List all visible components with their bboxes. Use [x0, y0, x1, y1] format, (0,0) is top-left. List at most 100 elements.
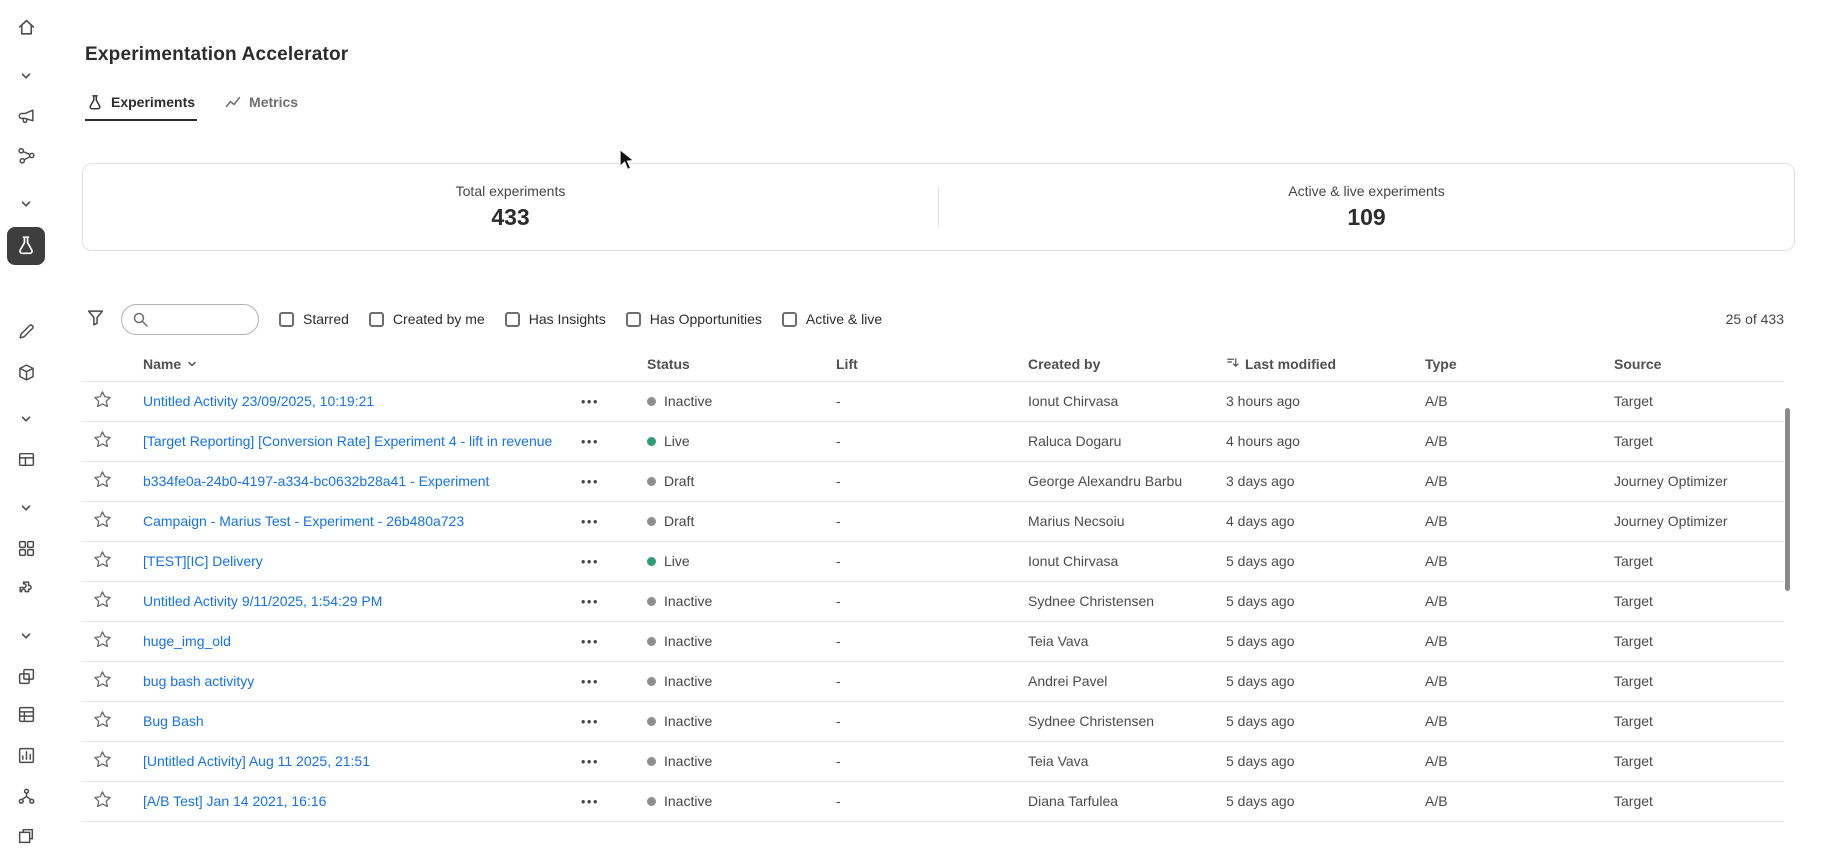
star-icon[interactable]: [93, 630, 112, 649]
sidebar-item-experimentation[interactable]: [7, 227, 45, 265]
more-actions-button[interactable]: •••: [581, 715, 599, 728]
experiment-name-link[interactable]: bug bash activityy: [143, 673, 254, 689]
experiment-name-link[interactable]: huge_img_old: [143, 633, 231, 649]
star-column-header: [82, 348, 143, 381]
sidebar-item-campaigns[interactable]: [10, 102, 42, 134]
experiment-name-link[interactable]: Campaign - Marius Test - Experiment - 26…: [143, 513, 464, 529]
checkbox[interactable]: [279, 312, 294, 327]
column-header-created-by[interactable]: Created by: [1028, 348, 1226, 381]
sidebar-item-journeys[interactable]: [10, 141, 42, 173]
pencil-icon: [17, 322, 36, 344]
more-actions-button[interactable]: •••: [581, 595, 599, 608]
sidebar-item-audiences[interactable]: [10, 782, 42, 814]
sidebar-section-toggle[interactable]: [10, 67, 42, 87]
table-row[interactable]: b334fe0a-24b0-4197-a334-bc0632b28a41 - E…: [82, 461, 1784, 501]
experiment-name-link[interactable]: b334fe0a-24b0-4197-a334-bc0632b28a41 - E…: [143, 473, 489, 489]
last-modified: 5 days ago: [1226, 541, 1425, 581]
more-actions-button[interactable]: •••: [581, 635, 599, 648]
table-row[interactable]: bug bash activityy ••• Inactive - Andrei…: [82, 661, 1784, 701]
filter-checkbox-has-opportunities[interactable]: Has Opportunities: [626, 311, 762, 327]
filter-checkbox-starred[interactable]: Starred: [279, 311, 349, 327]
experiment-name-link[interactable]: [TEST][IC] Delivery: [143, 553, 263, 569]
created-by: Teia Vava: [1028, 621, 1226, 661]
table-row[interactable]: Bug Bash ••• Inactive - Sydnee Christens…: [82, 701, 1784, 741]
sidebar-item-assets[interactable]: [10, 662, 42, 694]
experiment-name-link[interactable]: Untitled Activity 23/09/2025, 10:19:21: [143, 393, 374, 409]
table-scrollbar-thumb[interactable]: [1785, 408, 1790, 591]
more-actions-button[interactable]: •••: [581, 475, 599, 488]
checkbox[interactable]: [505, 312, 520, 327]
more-actions-button[interactable]: •••: [581, 395, 599, 408]
created-by: Raluca Dogaru: [1028, 421, 1226, 461]
table-row[interactable]: [TEST][IC] Delivery ••• Live - Ionut Chi…: [82, 541, 1784, 581]
sort-order-icon: [1226, 356, 1239, 372]
checkbox[interactable]: [782, 312, 797, 327]
sidebar-section-toggle[interactable]: [10, 627, 42, 647]
star-icon[interactable]: [93, 590, 112, 609]
more-actions-button[interactable]: •••: [581, 755, 599, 768]
star-icon[interactable]: [93, 710, 112, 729]
last-modified: 3 days ago: [1226, 461, 1425, 501]
sidebar-item-offers[interactable]: [10, 358, 42, 390]
star-icon[interactable]: [93, 390, 112, 409]
sidebar-item-workspaces[interactable]: [10, 821, 42, 853]
sidebar-item-authoring[interactable]: [10, 317, 42, 349]
sidebar-section-toggle[interactable]: [10, 499, 42, 519]
checkbox[interactable]: [626, 312, 641, 327]
filter-checkbox-active-and-live[interactable]: Active & live: [782, 311, 882, 327]
experiment-name-link[interactable]: [Untitled Activity] Aug 11 2025, 21:51: [143, 753, 370, 769]
table-row[interactable]: [Target Reporting] [Conversion Rate] Exp…: [82, 421, 1784, 461]
column-header-lift[interactable]: Lift: [836, 348, 1028, 381]
more-actions-button[interactable]: •••: [581, 795, 599, 808]
experiment-name-link[interactable]: Untitled Activity 9/11/2025, 1:54:29 PM: [143, 593, 382, 609]
table-row[interactable]: [A/B Test] Jan 14 2021, 16:16 ••• Inacti…: [82, 781, 1784, 821]
star-icon[interactable]: [93, 430, 112, 449]
status-label: Draft: [664, 513, 694, 529]
sidebar-item-reports[interactable]: [10, 741, 42, 773]
star-icon[interactable]: [93, 750, 112, 769]
table-row[interactable]: Untitled Activity 9/11/2025, 1:54:29 PM …: [82, 581, 1784, 621]
chevron-down-icon: [20, 413, 32, 428]
sidebar-item-schemas[interactable]: [10, 700, 42, 732]
status-label: Live: [664, 553, 690, 569]
star-icon[interactable]: [93, 550, 112, 569]
experiment-name-link[interactable]: [Target Reporting] [Conversion Rate] Exp…: [143, 433, 552, 449]
filter-checkbox-has-insights[interactable]: Has Insights: [505, 311, 606, 327]
sidebar-item-dashboards[interactable]: [10, 534, 42, 566]
column-header-name[interactable]: Name: [143, 348, 647, 381]
tab-experiments[interactable]: Experiments: [85, 88, 197, 121]
checkbox[interactable]: [369, 312, 384, 327]
more-actions-button[interactable]: •••: [581, 555, 599, 568]
column-header-last-modified[interactable]: Last modified: [1226, 348, 1425, 381]
sidebar-section-toggle[interactable]: [10, 195, 42, 215]
filter-checkbox-created-by-me[interactable]: Created by me: [369, 311, 485, 327]
table-row[interactable]: huge_img_old ••• Inactive - Teia Vava 5 …: [82, 621, 1784, 661]
experiment-name-link[interactable]: Bug Bash: [143, 713, 204, 729]
sidebar-item-home[interactable]: [10, 13, 42, 45]
sidebar-item-datasets[interactable]: [10, 445, 42, 477]
experiment-name-link[interactable]: [A/B Test] Jan 14 2021, 16:16: [143, 793, 326, 809]
created-by: Ionut Chirvasa: [1028, 541, 1226, 581]
table-row[interactable]: Campaign - Marius Test - Experiment - 26…: [82, 501, 1784, 541]
table-row[interactable]: Untitled Activity 23/09/2025, 10:19:21 •…: [82, 381, 1784, 421]
column-header-status[interactable]: Status: [647, 348, 836, 381]
column-header-source[interactable]: Source: [1614, 348, 1784, 381]
column-header-type[interactable]: Type: [1425, 348, 1614, 381]
star-icon[interactable]: [93, 670, 112, 689]
filter-funnel-button[interactable]: [86, 308, 105, 330]
more-actions-button[interactable]: •••: [581, 435, 599, 448]
star-icon[interactable]: [93, 790, 112, 809]
more-actions-button[interactable]: •••: [581, 675, 599, 688]
table-row[interactable]: [Untitled Activity] Aug 11 2025, 21:51 •…: [82, 741, 1784, 781]
page-title: Experimentation Accelerator: [85, 44, 1795, 66]
more-actions-button[interactable]: •••: [581, 515, 599, 528]
sidebar-item-extensions[interactable]: [10, 574, 42, 606]
star-icon[interactable]: [93, 470, 112, 489]
tab-bar: Experiments Metrics: [85, 88, 1795, 121]
created-by: Teia Vava: [1028, 741, 1226, 781]
experiment-source: Journey Optimizer: [1614, 461, 1784, 501]
workflow-icon: [17, 146, 36, 168]
star-icon[interactable]: [93, 510, 112, 529]
sidebar-section-toggle[interactable]: [10, 410, 42, 430]
tab-metrics[interactable]: Metrics: [223, 88, 300, 121]
